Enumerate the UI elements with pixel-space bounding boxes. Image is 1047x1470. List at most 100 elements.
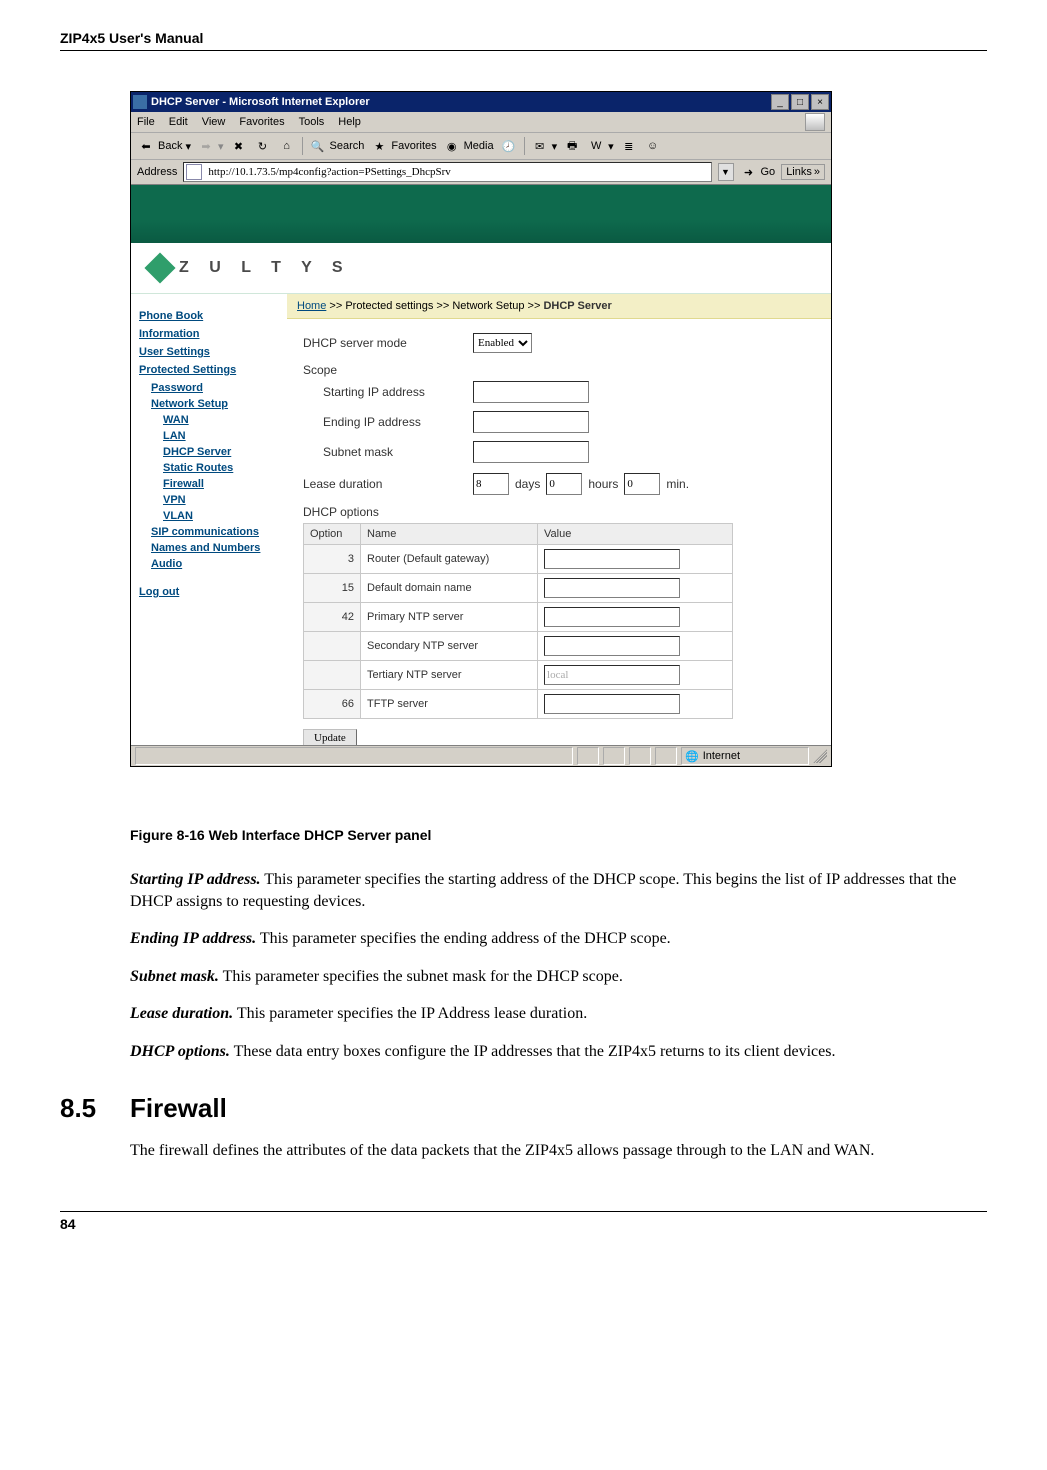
opt-value-input[interactable]	[544, 665, 680, 685]
menu-edit[interactable]: Edit	[169, 116, 188, 128]
para-subnet: Subnet mask. This parameter specifies th…	[130, 966, 987, 988]
ie-throbber-icon	[805, 113, 825, 131]
sidebar-item-phone-book[interactable]: Phone Book	[139, 310, 279, 322]
favorites-label: Favorites	[391, 140, 436, 152]
ie-viewport[interactable]: Z U L T Y S Phone Book Information User …	[131, 185, 831, 745]
dhcp-mode-select[interactable]: Enabled	[473, 333, 532, 353]
sidebar-item-audio[interactable]: Audio	[151, 558, 279, 570]
window-close-button[interactable]: ×	[811, 94, 829, 110]
menu-tools[interactable]: Tools	[299, 116, 325, 128]
sidebar-item-logout[interactable]: Log out	[139, 586, 279, 598]
back-button[interactable]: ⬅ Back ▾	[137, 137, 191, 155]
mail-button[interactable]: ✉▾	[531, 137, 558, 155]
favorites-icon: ★	[370, 137, 388, 155]
scope-heading: Scope	[303, 363, 815, 377]
forward-button[interactable]: ➡ ▾	[197, 137, 224, 155]
para-ending-ip: Ending IP address. This parameter specif…	[130, 928, 987, 950]
section-number: 8.5	[60, 1093, 130, 1124]
sidebar-item-user-settings[interactable]: User Settings	[139, 346, 279, 358]
sidebar-item-firewall[interactable]: Firewall	[163, 478, 279, 490]
lease-mins-input[interactable]	[624, 473, 660, 495]
lease-hours-input[interactable]	[546, 473, 582, 495]
dhcp-mode-label: DHCP server mode	[303, 336, 473, 350]
min-text: min.	[666, 477, 689, 491]
menu-file[interactable]: File	[137, 116, 155, 128]
start-ip-input[interactable]	[473, 381, 589, 403]
page-footer: 84	[60, 1211, 987, 1232]
address-field[interactable]	[183, 162, 711, 182]
sidebar-item-vlan[interactable]: VLAN	[163, 510, 279, 522]
sidebar-item-information[interactable]: Information	[139, 328, 279, 340]
sidebar-item-static-routes[interactable]: Static Routes	[163, 462, 279, 474]
sidebar-item-protected-settings[interactable]: Protected Settings	[139, 364, 279, 376]
menu-help[interactable]: Help	[338, 116, 361, 128]
opt-value-input[interactable]	[544, 694, 680, 714]
status-zone: Internet	[703, 750, 740, 762]
sidebar-item-password[interactable]: Password	[151, 382, 279, 394]
media-icon: ◉	[443, 137, 461, 155]
address-dropdown-button[interactable]: ▼	[718, 163, 734, 181]
opt-cell: 3	[304, 545, 361, 574]
sidebar-item-names-numbers[interactable]: Names and Numbers	[151, 542, 279, 554]
refresh-button[interactable]: ↻	[254, 137, 272, 155]
para-dhcp-options: DHCP options. These data entry boxes con…	[130, 1041, 987, 1063]
menu-favorites[interactable]: Favorites	[239, 116, 284, 128]
back-label: Back	[158, 140, 182, 152]
stop-button[interactable]: ✖	[230, 137, 248, 155]
sidebar-item-network-setup[interactable]: Network Setup	[151, 398, 279, 410]
sidebar-item-sip[interactable]: SIP communications	[151, 526, 279, 538]
home-button[interactable]: ⌂	[278, 137, 296, 155]
page-number: 84	[60, 1216, 76, 1232]
sidebar-item-dhcp-server[interactable]: DHCP Server	[163, 446, 279, 458]
toolbar-separator	[524, 137, 525, 155]
discuss-button[interactable]: ≣	[620, 137, 638, 155]
print-button[interactable]: 🖶	[563, 137, 581, 155]
name-cell: Secondary NTP server	[361, 632, 538, 661]
status-slot	[577, 747, 599, 765]
history-button[interactable]: 🕗	[500, 137, 518, 155]
back-icon: ⬅	[137, 137, 155, 155]
links-label: Links	[786, 166, 812, 178]
address-input[interactable]	[206, 165, 708, 179]
breadcrumb: Home >> Protected settings >> Network Se…	[287, 294, 831, 319]
links-button[interactable]: Links »	[781, 164, 825, 180]
resize-grip-icon[interactable]	[813, 749, 827, 763]
chevron-down-icon: ▾	[218, 140, 224, 153]
crumb-current: DHCP Server	[543, 300, 611, 312]
sidebar-item-wan[interactable]: WAN	[163, 414, 279, 426]
para-text: This parameter specifies the IP Address …	[233, 1005, 587, 1022]
window-minimize-button[interactable]: _	[771, 94, 789, 110]
opt-value-input[interactable]	[544, 578, 680, 598]
opt-value-input[interactable]	[544, 607, 680, 627]
update-button[interactable]: Update	[303, 729, 357, 745]
dhcp-options-heading: DHCP options	[303, 505, 815, 519]
th-name: Name	[361, 524, 538, 545]
name-cell: TFTP server	[361, 690, 538, 719]
menu-view[interactable]: View	[202, 116, 226, 128]
end-ip-label: Ending IP address	[323, 415, 473, 429]
ie-titlebar: DHCP Server - Microsoft Internet Explore…	[131, 92, 831, 112]
opt-value-input[interactable]	[544, 549, 680, 569]
history-icon: 🕗	[500, 137, 518, 155]
end-ip-input[interactable]	[473, 411, 589, 433]
para-text: This parameter specifies the ending addr…	[256, 930, 671, 947]
search-button[interactable]: 🔍Search	[309, 137, 365, 155]
window-maximize-button[interactable]: □	[791, 94, 809, 110]
subnet-input[interactable]	[473, 441, 589, 463]
para-label: Starting IP address.	[130, 871, 261, 888]
th-value: Value	[538, 524, 733, 545]
edit-button[interactable]: W▾	[587, 137, 614, 155]
opt-value-input[interactable]	[544, 636, 680, 656]
opt-cell: 15	[304, 574, 361, 603]
table-row: 66 TFTP server	[304, 690, 733, 719]
lease-days-input[interactable]	[473, 473, 509, 495]
sidebar-item-lan[interactable]: LAN	[163, 430, 279, 442]
status-slot	[655, 747, 677, 765]
crumb-home[interactable]: Home	[297, 300, 326, 312]
favorites-button[interactable]: ★Favorites	[370, 137, 436, 155]
sidebar-item-vpn[interactable]: VPN	[163, 494, 279, 506]
media-button[interactable]: ◉Media	[443, 137, 494, 155]
messenger-button[interactable]: ☺	[644, 137, 662, 155]
main-content: Home >> Protected settings >> Network Se…	[287, 294, 831, 745]
go-button[interactable]: ➜ Go	[740, 163, 776, 181]
